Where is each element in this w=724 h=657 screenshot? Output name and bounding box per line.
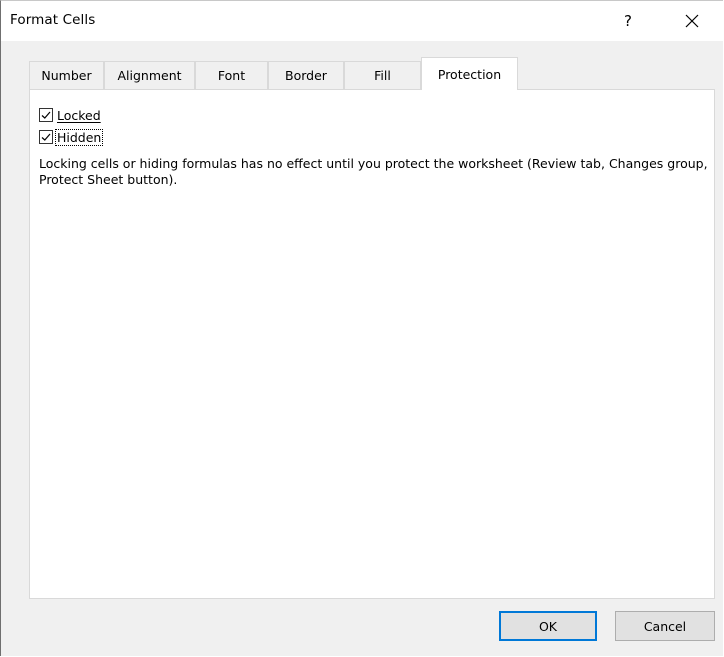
tab-alignment[interactable]: Alignment [104, 61, 195, 89]
title-bar: Format Cells ? [1, 1, 723, 41]
locked-checkbox[interactable] [39, 108, 53, 122]
locked-label: Locked [57, 107, 101, 123]
ok-button[interactable]: OK [499, 611, 597, 641]
tab-label: Alignment [117, 68, 182, 83]
hidden-checkbox[interactable] [39, 130, 53, 144]
locked-option[interactable]: Locked [39, 106, 102, 124]
close-button[interactable] [669, 1, 715, 41]
tab-label: Border [285, 68, 327, 83]
tab-label: Number [41, 68, 92, 83]
hidden-label: Hidden [54, 128, 104, 146]
dialog-title: Format Cells [10, 12, 96, 28]
tab-protection[interactable]: Protection [421, 57, 518, 90]
protection-note: Locking cells or hiding formulas has no … [39, 156, 708, 187]
tab-label: Protection [437, 66, 502, 82]
help-button[interactable]: ? [605, 1, 651, 41]
protection-panel: Locked Hidden Locking cells or hiding fo… [29, 89, 715, 599]
hidden-option[interactable]: Hidden [39, 128, 104, 146]
tab-label: Font [217, 68, 246, 83]
checkmark-icon [41, 133, 51, 141]
format-cells-dialog: Format Cells ? Number Alignment Font Bor… [0, 0, 723, 656]
checkmark-icon [41, 111, 51, 119]
tab-number[interactable]: Number [29, 61, 104, 89]
cancel-button[interactable]: Cancel [615, 611, 715, 641]
close-icon [685, 14, 699, 28]
tab-fill[interactable]: Fill [344, 61, 421, 89]
tab-font[interactable]: Font [195, 61, 268, 89]
tab-border[interactable]: Border [268, 61, 344, 89]
help-icon: ? [624, 12, 632, 30]
tab-label: Fill [374, 68, 391, 83]
